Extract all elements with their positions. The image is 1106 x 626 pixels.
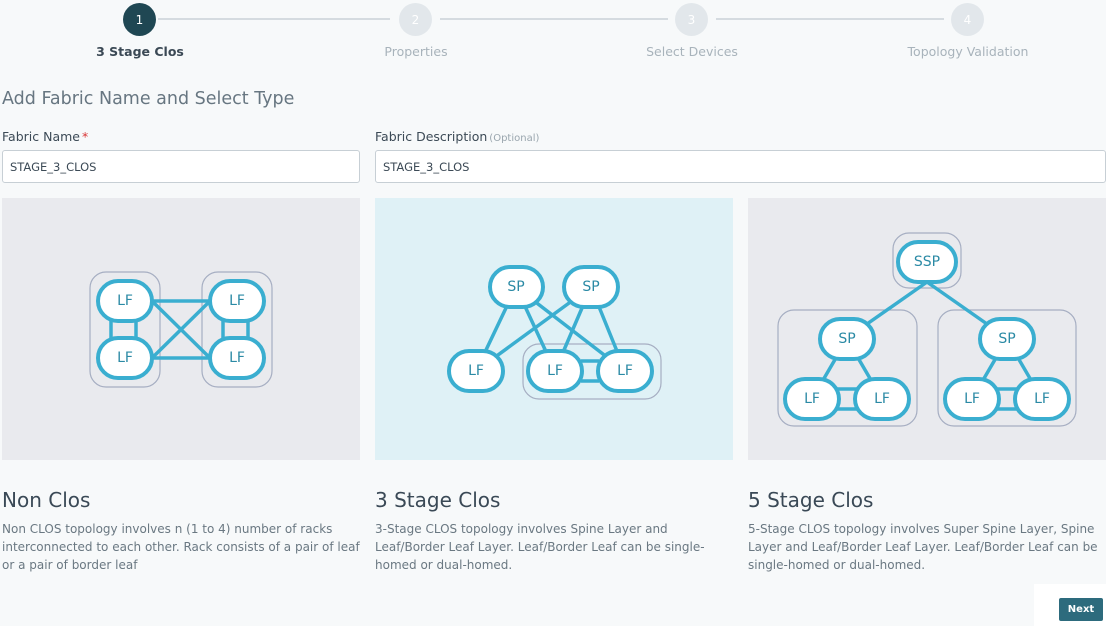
leaf-node-label: LF <box>547 363 563 379</box>
fabric-description-label-text: Fabric Description <box>375 129 488 144</box>
leaf-node-label: LF <box>229 350 245 366</box>
fabric-name-label-text: Fabric Name <box>2 129 80 144</box>
step-2-indicator: 2 <box>399 3 432 36</box>
spine-node-label: SP <box>582 279 599 295</box>
step-connector <box>716 18 944 20</box>
step-4-label: Topology Validation <box>907 44 1029 59</box>
leaf-node-label: LF <box>117 293 133 309</box>
leaf-node-label: LF <box>964 391 980 407</box>
leaf-node-label: LF <box>1034 391 1050 407</box>
type-card-3-stage-clos[interactable]: SP SP LF LF LF <box>375 198 733 460</box>
leaf-node-label: LF <box>117 350 133 366</box>
leaf-node-label: LF <box>229 293 245 309</box>
leaf-node-label: LF <box>804 391 820 407</box>
non-clos-description: Non CLOS topology involves n (1 to 4) nu… <box>2 522 360 572</box>
step-2-label: Properties <box>384 44 448 59</box>
step-3-indicator: 3 <box>675 3 708 36</box>
type-card-5-stage-clos[interactable]: SSP SP SP LF LF LF LF <box>748 198 1106 460</box>
wizard-stepper: 1 2 3 4 3 Stage Clos Properties Select D… <box>0 0 1106 66</box>
fabric-description-input[interactable] <box>375 150 1106 183</box>
leaf-node-label: LF <box>468 363 484 379</box>
5-stage-clos-description: 5-Stage CLOS topology involves Super Spi… <box>748 522 1098 572</box>
fabric-description-label: Fabric Description (Optional) <box>375 129 539 144</box>
required-marker: * <box>81 129 89 144</box>
optional-marker: (Optional) <box>489 133 540 144</box>
step-1-label: 3 Stage Clos <box>96 44 184 59</box>
next-button[interactable]: Next <box>1059 598 1103 621</box>
step-connector <box>440 18 668 20</box>
non-clos-title: Non Clos <box>2 488 91 512</box>
spine-node-label: SP <box>838 331 855 347</box>
step-4-indicator: 4 <box>951 3 984 36</box>
non-clos-topology-diagram: LF LF LF LF <box>89 271 273 388</box>
fabric-name-label: Fabric Name * <box>2 129 88 144</box>
step-connector <box>158 18 390 20</box>
3-stage-clos-topology-diagram: SP SP LF LF LF <box>447 265 662 400</box>
section-title: Add Fabric Name and Select Type <box>2 89 295 109</box>
step-3-label: Select Devices <box>646 44 738 59</box>
fabric-name-input[interactable] <box>2 150 360 183</box>
leaf-node-label: LF <box>617 363 633 379</box>
3-stage-clos-description: 3-Stage CLOS topology involves Spine Lay… <box>375 522 705 572</box>
super-spine-node-label: SSP <box>914 254 940 270</box>
leaf-node-label: LF <box>874 391 890 407</box>
step-1-indicator[interactable]: 1 <box>123 3 156 36</box>
5-stage-clos-topology-diagram: SSP SP SP LF LF LF LF <box>777 232 1077 427</box>
type-card-non-clos[interactable]: LF LF LF LF <box>2 198 360 460</box>
spine-node-label: SP <box>507 279 524 295</box>
5-stage-clos-title: 5 Stage Clos <box>748 488 874 512</box>
3-stage-clos-title: 3 Stage Clos <box>375 488 501 512</box>
spine-node-label: SP <box>998 331 1015 347</box>
